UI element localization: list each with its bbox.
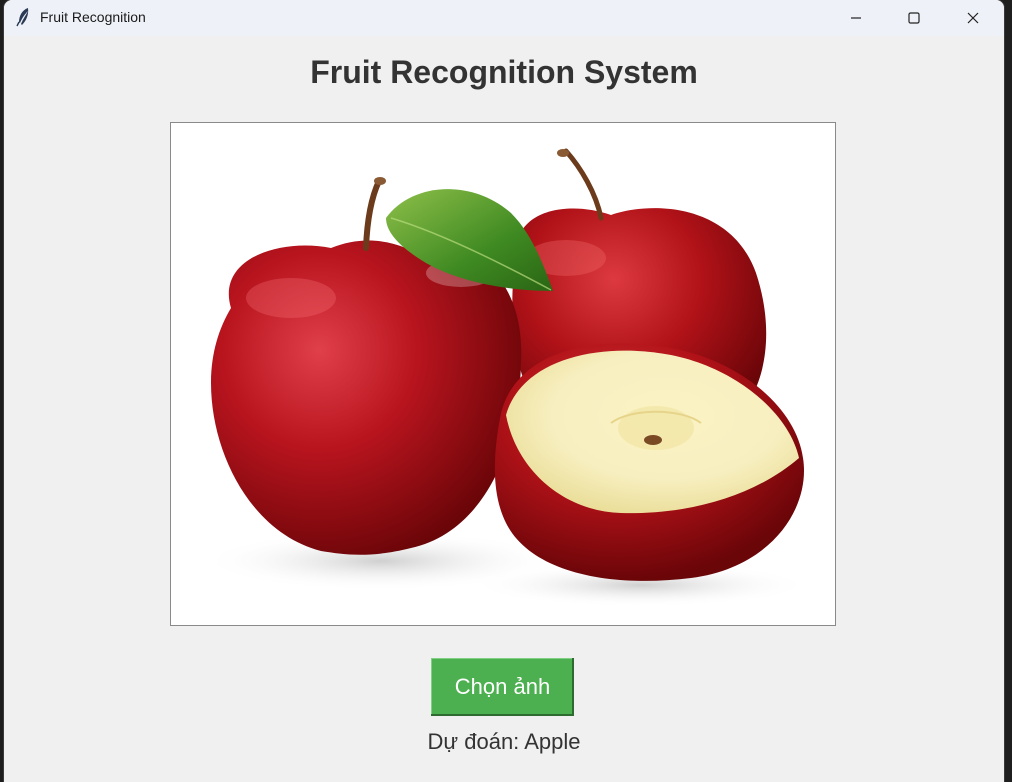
feather-icon [16, 7, 32, 27]
maximize-button[interactable] [885, 0, 943, 36]
apple-image [171, 123, 835, 625]
fruit-image-preview [170, 122, 836, 626]
window-title: Fruit Recognition [40, 9, 146, 25]
close-button[interactable] [944, 0, 1002, 36]
prediction-label: Dự đoán: Apple [427, 729, 581, 754]
minimize-icon [851, 17, 861, 19]
title-bar[interactable]: Fruit Recognition [4, 0, 1004, 36]
choose-image-button[interactable]: Chọn ảnh [431, 658, 574, 716]
minimize-button[interactable] [827, 0, 885, 36]
app-window: Fruit Recognition Fruit Recognition Syst… [4, 0, 1004, 782]
page-title: Fruit Recognition System [310, 54, 698, 90]
maximize-icon [908, 12, 920, 24]
close-icon [967, 12, 979, 24]
